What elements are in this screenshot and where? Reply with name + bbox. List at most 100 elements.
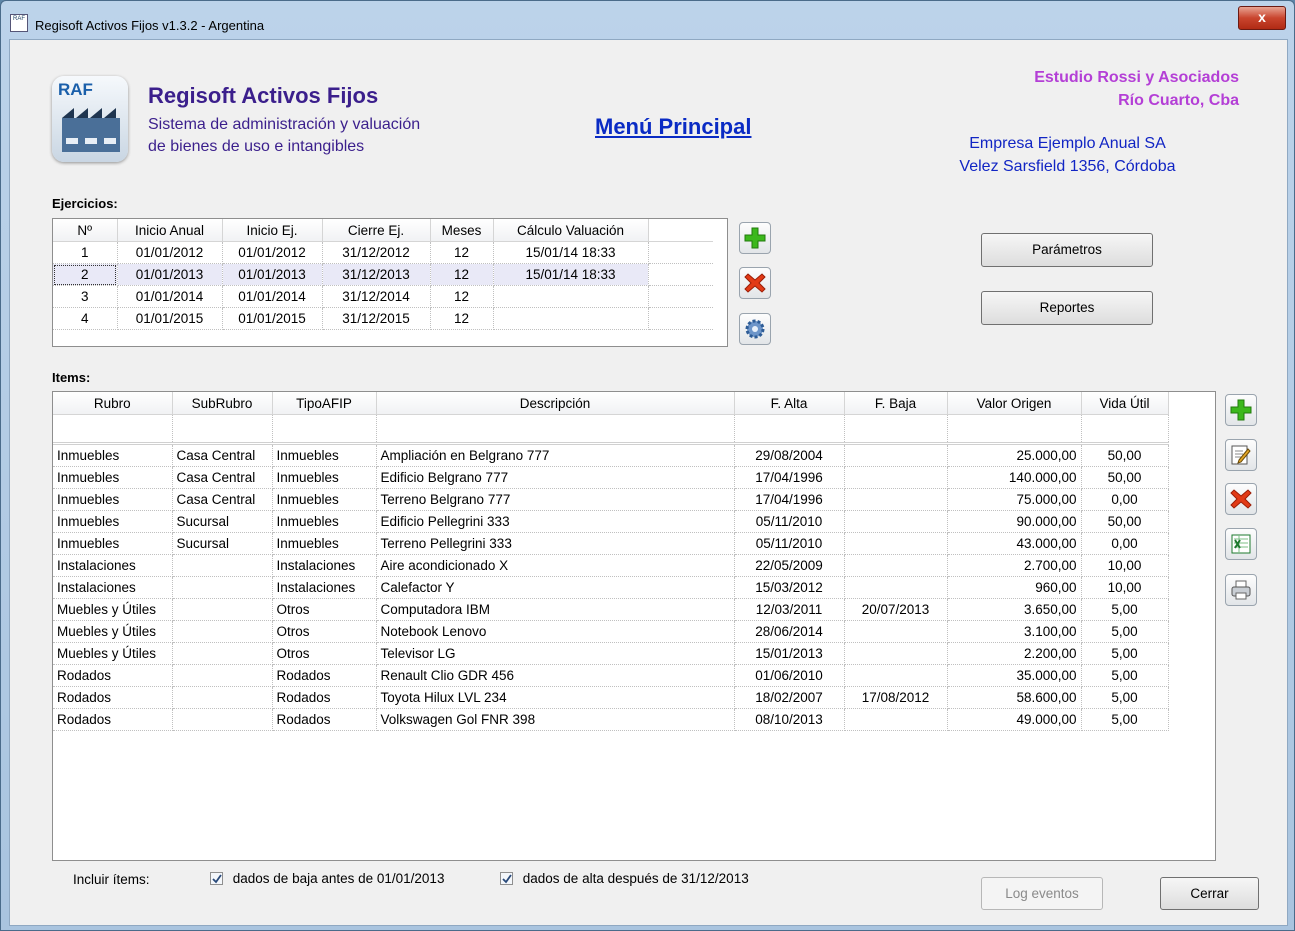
add-item-button[interactable] — [1225, 394, 1257, 426]
item-cell — [172, 620, 273, 643]
item-cell: Edificio Belgrano 777 — [376, 466, 735, 489]
items-filter-cell[interactable] — [844, 414, 948, 445]
items-filter-cell[interactable] — [272, 414, 377, 445]
item-row[interactable]: Inmuebles Casa Central Inmuebles Ampliación… — [53, 443, 1169, 467]
check-baja-label: dados de baja antes de 01/01/2013 — [232, 871, 445, 886]
items-filter-cell[interactable] — [53, 414, 173, 445]
parametros-button[interactable]: Parámetros — [981, 233, 1153, 267]
item-row[interactable]: Inmuebles Casa Central Inmuebles Terreno Be… — [53, 488, 1169, 511]
item-cell: Televisor LG — [376, 642, 735, 665]
ejercicios-col-header[interactable]: Inicio Anual — [117, 219, 223, 242]
items-col-header[interactable]: F. Baja — [844, 392, 948, 415]
ejercicio-filler-cell — [648, 241, 713, 264]
item-row[interactable]: Muebles y Útiles Otros Televisor LG 15/01/2… — [53, 642, 1169, 665]
ejercicios-table: Nº Inicio Anual Inicio Ej. Cierre Ej. Meses C… — [53, 219, 713, 330]
items-col-header[interactable]: TipoAFIP — [272, 392, 377, 415]
check-alta-checkbox[interactable] — [500, 872, 513, 885]
item-row[interactable]: Instalaciones Instalaciones Calefactor Y 15… — [53, 576, 1169, 599]
app-subtitle: Sistema de administración y valuación de… — [148, 114, 420, 158]
ejercicios-col-header[interactable]: Meses — [430, 219, 494, 242]
ejercicio-cell — [493, 285, 649, 308]
item-cell: Inmuebles — [53, 466, 173, 489]
item-row[interactable]: Muebles y Útiles Otros Notebook Lenovo 28/0… — [53, 620, 1169, 643]
ejercicios-col-header[interactable]: Cierre Ej. — [322, 219, 431, 242]
items-col-header[interactable]: Descripción — [376, 392, 735, 415]
item-row[interactable]: Rodados Rodados Volkswagen Gol FNR 398 08/1… — [53, 708, 1169, 731]
item-cell: Muebles y Útiles — [53, 642, 173, 665]
item-cell: Otros — [272, 642, 377, 665]
ejercicio-cell: 01/01/2015 — [117, 307, 223, 330]
ejercicios-header-row: Nº Inicio Anual Inicio Ej. Cierre Ej. Meses C… — [53, 219, 713, 242]
items-table: Rubro SubRubro TipoAFIP Descripción F. Alta F… — [53, 392, 1169, 731]
check-baja-group[interactable]: dados de baja antes de 01/01/2013 — [210, 871, 444, 886]
ejercicio-row[interactable]: 3 01/01/2014 01/01/2014 31/12/2014 12 — [53, 285, 713, 308]
item-cell: 5,00 — [1081, 708, 1169, 731]
ejercicio-row[interactable]: 1 01/01/2012 01/01/2012 31/12/2012 12 15/01/1… — [53, 241, 713, 264]
item-cell: Inmuebles — [53, 488, 173, 511]
close-window-button[interactable]: x — [1238, 6, 1286, 30]
items-filter-cell[interactable] — [172, 414, 273, 445]
empresa-info: Empresa Ejemplo Anual SA Velez Sarsfield… — [930, 132, 1205, 178]
items-col-header[interactable]: SubRubro — [172, 392, 273, 415]
item-cell: Casa Central — [172, 488, 273, 511]
item-row[interactable]: Rodados Rodados Renault Clio GDR 456 01/06/… — [53, 664, 1169, 687]
ejercicios-col-header[interactable]: Cálculo Valuación — [493, 219, 649, 242]
check-baja-checkbox[interactable] — [210, 872, 223, 885]
items-filter-cell[interactable] — [734, 414, 845, 445]
ejercicios-grid[interactable]: Nº Inicio Anual Inicio Ej. Cierre Ej. Meses C… — [52, 218, 728, 347]
items-filter-cell[interactable] — [376, 414, 735, 445]
items-col-header[interactable]: F. Alta — [734, 392, 845, 415]
app-icon[interactable]: RAF — [10, 14, 28, 32]
item-cell — [844, 642, 948, 665]
item-cell: 22/05/2009 — [734, 554, 845, 577]
title-bar[interactable]: RAF Regisoft Activos Fijos v1.3.2 - Arge… — [1, 1, 1294, 39]
print-button[interactable] — [1225, 574, 1257, 606]
items-filter-row[interactable] — [53, 414, 1169, 445]
items-filter-cell[interactable] — [947, 414, 1082, 445]
item-row[interactable]: Rodados Rodados Toyota Hilux LVL 234 18/02/… — [53, 686, 1169, 709]
item-cell: 75.000,00 — [947, 488, 1082, 511]
ejercicio-row[interactable]: 2 01/01/2013 01/01/2013 31/12/2013 12 15/01/1… — [53, 263, 713, 286]
reportes-button[interactable]: Reportes — [981, 291, 1153, 325]
item-row[interactable]: Muebles y Útiles Otros Computadora IBM 12/0… — [53, 598, 1169, 621]
printer-icon — [1231, 580, 1251, 600]
item-cell: Rodados — [53, 708, 173, 731]
item-row[interactable]: Inmuebles Casa Central Inmuebles Edificio B… — [53, 466, 1169, 489]
edit-item-button[interactable] — [1225, 439, 1257, 471]
delete-ejercicio-button[interactable] — [739, 267, 771, 299]
check-alta-group[interactable]: dados de alta después de 31/12/2013 — [500, 871, 749, 886]
item-cell: 01/06/2010 — [734, 664, 845, 687]
ejercicio-cell: 01/01/2013 — [117, 263, 223, 286]
item-cell: 5,00 — [1081, 686, 1169, 709]
item-cell: Rodados — [272, 708, 377, 731]
item-cell: 2.700,00 — [947, 554, 1082, 577]
empresa-name: Empresa Ejemplo Anual SA — [969, 135, 1166, 152]
cerrar-button[interactable]: Cerrar — [1160, 877, 1259, 910]
add-ejercicio-button[interactable] — [739, 222, 771, 254]
export-excel-button[interactable] — [1225, 528, 1257, 560]
item-cell: 17/04/1996 — [734, 488, 845, 511]
items-col-header[interactable]: Vida Útil — [1081, 392, 1169, 415]
delete-item-button[interactable] — [1225, 483, 1257, 515]
items-col-header[interactable]: Valor Origen — [947, 392, 1082, 415]
items-col-header[interactable]: Rubro — [53, 392, 173, 415]
items-grid[interactable]: Rubro SubRubro TipoAFIP Descripción F. Alta F… — [52, 391, 1216, 861]
item-row[interactable]: Inmuebles Sucursal Inmuebles Edificio Pelle… — [53, 510, 1169, 533]
item-cell: 5,00 — [1081, 598, 1169, 621]
item-cell: 3.100,00 — [947, 620, 1082, 643]
subtitle-line-2: de bienes de uso e intangibles — [148, 138, 365, 155]
ejercicio-cell: 15/01/14 18:33 — [493, 241, 649, 264]
item-cell: Instalaciones — [272, 576, 377, 599]
item-cell: 0,00 — [1081, 488, 1169, 511]
ejercicio-row[interactable]: 4 01/01/2015 01/01/2015 31/12/2015 12 — [53, 307, 713, 330]
log-eventos-button[interactable]: Log eventos — [981, 877, 1103, 910]
ejercicios-col-header[interactable]: Inicio Ej. — [222, 219, 323, 242]
item-cell: 15/03/2012 — [734, 576, 845, 599]
calcular-ejercicio-button[interactable] — [739, 313, 771, 345]
item-row[interactable]: Instalaciones Instalaciones Aire acondicio… — [53, 554, 1169, 577]
items-filter-cell[interactable] — [1081, 414, 1169, 445]
main-window: RAF Regisoft Activos Fijos v1.3.2 - Arge… — [0, 0, 1295, 931]
item-row[interactable]: Inmuebles Sucursal Inmuebles Terreno Pelleg… — [53, 532, 1169, 555]
menu-title[interactable]: Menú Principal — [595, 114, 751, 140]
ejercicios-col-header[interactable]: Nº — [53, 219, 118, 242]
